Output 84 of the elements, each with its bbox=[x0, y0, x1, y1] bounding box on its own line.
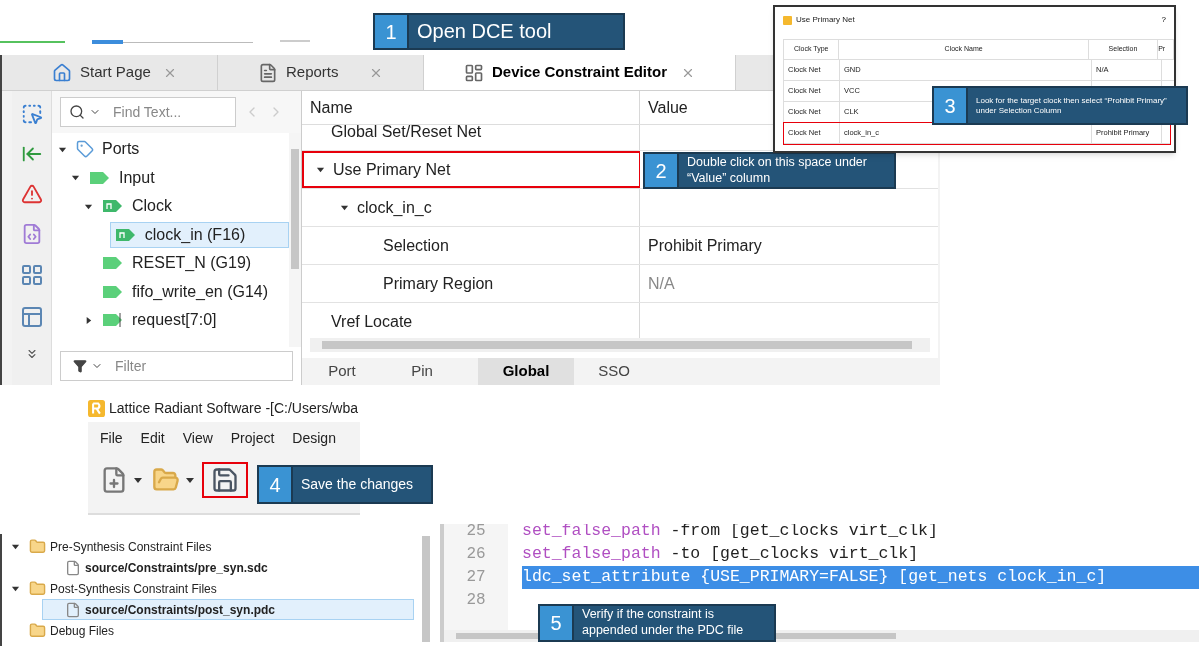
dialog-title: Use Primary Net bbox=[796, 14, 855, 26]
scrollbar[interactable] bbox=[422, 536, 430, 642]
file-icon bbox=[65, 559, 81, 576]
selection-tool-icon[interactable] bbox=[20, 103, 43, 125]
tree-item[interactable]: Input bbox=[84, 164, 164, 191]
line-number: 26 bbox=[466, 544, 486, 565]
tree-item[interactable]: Clock bbox=[97, 193, 181, 220]
folder-entry[interactable]: Post-Synthesis Constraint Files bbox=[2, 578, 414, 599]
tree-item[interactable]: fifo_write_en (G14) bbox=[97, 278, 278, 305]
column-header[interactable]: Name bbox=[302, 91, 640, 124]
port-icon bbox=[102, 283, 124, 300]
clock-port-icon bbox=[114, 226, 137, 243]
caret-icon[interactable] bbox=[11, 542, 20, 551]
property-name-cell: Use Primary Net bbox=[302, 151, 640, 188]
tree-item[interactable]: request[7:0] bbox=[97, 307, 226, 334]
filter-icon bbox=[73, 359, 87, 373]
search-bar[interactable]: Find Text... bbox=[60, 97, 236, 127]
caret-icon[interactable] bbox=[316, 165, 325, 174]
warning-icon[interactable] bbox=[20, 183, 43, 205]
step-number: 3 bbox=[934, 88, 968, 123]
editor-tab[interactable]: Start Page bbox=[12, 55, 218, 90]
property-name-cell: Primary Region bbox=[302, 265, 640, 302]
sheet-tab[interactable]: Port bbox=[302, 357, 382, 385]
constraint-file-entry[interactable]: source/Constraints/post_syn.pdc bbox=[42, 599, 414, 620]
app-logo-icon bbox=[88, 400, 105, 417]
filter-bar[interactable]: Filter bbox=[60, 351, 293, 381]
toolbar-button[interactable] bbox=[202, 462, 248, 498]
clock-port-icon bbox=[102, 198, 124, 215]
document-icon bbox=[258, 62, 278, 83]
property-name-cell: clock_in_c bbox=[302, 189, 640, 226]
step-text: Open DCE tool bbox=[416, 19, 553, 44]
dropdown-arrow-icon bbox=[134, 477, 142, 483]
tag-icon bbox=[76, 140, 94, 159]
caret-icon[interactable] bbox=[71, 173, 80, 183]
caret-icon[interactable] bbox=[340, 203, 349, 212]
folder-icon bbox=[29, 580, 46, 597]
menu-item[interactable]: Edit bbox=[140, 427, 165, 449]
property-value-cell[interactable]: Prohibit Primary bbox=[640, 227, 938, 264]
horizontal-scrollbar[interactable] bbox=[310, 337, 930, 352]
window-title: Lattice Radiant Software -[C:/Users/wba bbox=[109, 399, 358, 418]
property-name-cell: Global Set/Reset Net bbox=[302, 125, 640, 150]
search-icon bbox=[69, 104, 85, 120]
caret-icon[interactable] bbox=[84, 315, 93, 325]
port-icon bbox=[102, 312, 124, 329]
dropdown-arrow-icon bbox=[186, 477, 194, 483]
folder-entry[interactable]: Pre-Synthesis Constraint Files bbox=[2, 536, 414, 557]
file-icon bbox=[65, 601, 81, 618]
house-icon bbox=[52, 62, 72, 83]
step-number: 4 bbox=[259, 467, 293, 502]
panel-layout-icon[interactable] bbox=[19, 305, 44, 329]
step-text: Verify if the constraint is appended under the PDC file bbox=[581, 606, 745, 639]
line-number: 28 bbox=[466, 590, 486, 611]
property-name-cell: Selection bbox=[302, 227, 640, 264]
editor-tab[interactable]: Device Constraint Editor bbox=[424, 55, 736, 90]
port-icon bbox=[89, 169, 111, 186]
app-logo-icon bbox=[783, 15, 792, 25]
grid-icon[interactable] bbox=[19, 263, 44, 287]
step-number: 5 bbox=[540, 606, 574, 640]
folder-icon bbox=[29, 538, 46, 555]
menu-item[interactable]: View bbox=[182, 427, 213, 449]
filter-field[interactable]: Filter bbox=[115, 355, 225, 377]
port-icon bbox=[102, 255, 124, 272]
step-text: Double click on this space under “Value” column bbox=[686, 154, 868, 187]
sheet-tab[interactable]: Global bbox=[478, 357, 574, 385]
menu-item[interactable]: File bbox=[100, 427, 123, 449]
tree-item[interactable]: RESET_N (G19) bbox=[97, 250, 261, 277]
scrollbar[interactable] bbox=[289, 133, 301, 347]
step-number: 1 bbox=[375, 15, 409, 48]
sheet-tab[interactable]: SSO bbox=[574, 357, 654, 385]
line-number: 27 bbox=[466, 567, 486, 588]
step-text: Save the changes bbox=[300, 474, 415, 494]
menu-item[interactable]: Project bbox=[230, 427, 275, 449]
step-number: 2 bbox=[645, 154, 679, 187]
caret-icon[interactable] bbox=[11, 584, 20, 593]
constraint-file-entry[interactable]: source/Constraints/pre_syn.sdc bbox=[2, 557, 414, 578]
dashboard-icon bbox=[464, 62, 484, 83]
sheet-tab[interactable]: Pin bbox=[382, 357, 462, 385]
folder-entry[interactable]: Debug Files bbox=[2, 620, 414, 641]
menu-item[interactable]: Design bbox=[292, 427, 336, 449]
line-number: 25 bbox=[466, 524, 486, 542]
folder-icon bbox=[29, 622, 46, 639]
tree-item[interactable]: clock_in (F16) bbox=[109, 221, 289, 248]
tree-item[interactable]: Ports bbox=[71, 136, 149, 163]
help-button[interactable]: ? bbox=[1161, 14, 1166, 26]
